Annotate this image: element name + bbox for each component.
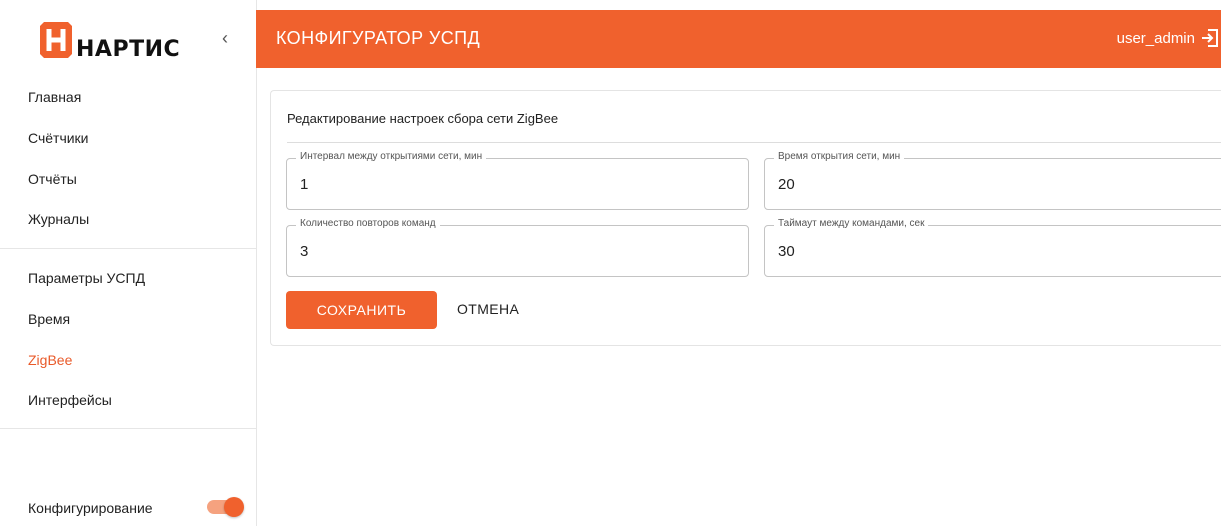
nav-item-meters[interactable]: Счётчики xyxy=(28,130,89,146)
nartis-logo-icon xyxy=(40,22,72,58)
form-divider xyxy=(287,142,1221,143)
cancel-button[interactable]: ОТМЕНА xyxy=(457,301,519,317)
username[interactable]: user_admin xyxy=(1117,30,1195,47)
nav-item-home[interactable]: Главная xyxy=(28,89,81,105)
field-value[interactable]: 1 xyxy=(300,176,308,193)
field-label: Время открытия сети, мин xyxy=(774,151,905,162)
config-mode-toggle[interactable] xyxy=(207,497,244,517)
save-button[interactable]: СОХРАНИТЬ xyxy=(286,291,437,329)
command-retries-field[interactable]: Количество повторов команд 3 xyxy=(286,218,749,277)
nav-item-reports[interactable]: Отчёты xyxy=(28,171,77,187)
nav-item-journals[interactable]: Журналы xyxy=(28,211,89,227)
sidebar-divider xyxy=(0,428,256,429)
nav-item-time[interactable]: Время xyxy=(28,311,70,327)
network-open-time-field[interactable]: Время открытия сети, мин 20 xyxy=(764,151,1221,210)
field-label: Количество повторов команд xyxy=(296,218,440,229)
logo-text: НАРТИС xyxy=(76,37,181,62)
logout-icon[interactable] xyxy=(1201,28,1219,48)
header-bar: КОНФИГУРАТОР УСПД user_admin xyxy=(256,10,1221,68)
logo[interactable]: НАРТИС xyxy=(38,16,181,62)
field-value[interactable]: 20 xyxy=(778,176,795,193)
nav-item-uspd-params[interactable]: Параметры УСПД xyxy=(28,270,145,286)
zigbee-settings-card: Редактирование настроек сбора сети ZigBe… xyxy=(270,90,1221,346)
config-mode-label: Конфигурирование xyxy=(28,500,153,516)
field-value[interactable]: 30 xyxy=(778,243,795,260)
collapse-sidebar-chevron-icon[interactable]: ‹ xyxy=(222,28,228,49)
network-open-interval-field[interactable]: Интервал между открытиями сети, мин 1 xyxy=(286,151,749,210)
command-timeout-field[interactable]: Таймаут между командами, сек 30 xyxy=(764,218,1221,277)
field-label: Интервал между открытиями сети, мин xyxy=(296,151,487,162)
app-title: КОНФИГУРАТОР УСПД xyxy=(276,28,481,48)
form-title: Редактирование настроек сбора сети ZigBe… xyxy=(287,111,559,126)
sidebar-divider xyxy=(0,248,256,249)
field-label: Таймаут между командами, сек xyxy=(774,218,929,229)
toggle-knob xyxy=(224,497,244,517)
field-value[interactable]: 3 xyxy=(300,243,308,260)
nav-item-zigbee[interactable]: ZigBee xyxy=(28,352,72,368)
nav-item-interfaces[interactable]: Интерфейсы xyxy=(28,392,112,408)
sidebar: НАРТИС ‹ Главная Счётчики Отчёты Журналы… xyxy=(0,0,257,526)
